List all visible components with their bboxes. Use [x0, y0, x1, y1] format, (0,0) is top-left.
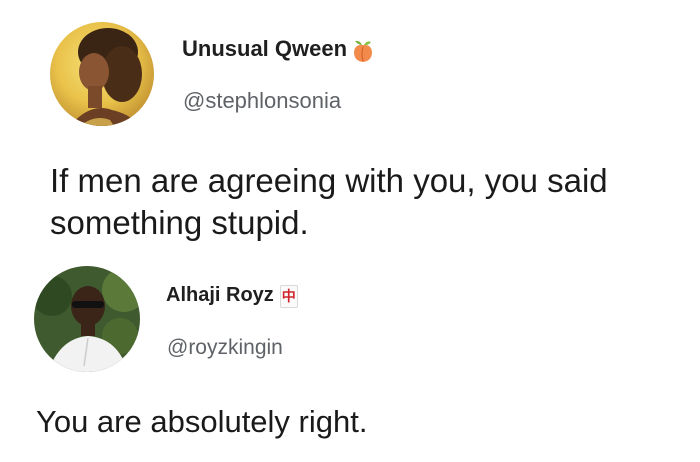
author-name-row: Unusual Qween: [182, 36, 374, 62]
tweet-reply: Alhaji Royz 中 @royzkingin You are absolu…: [0, 262, 700, 462]
tweet-text: If men are agreeing with you, you said s…: [50, 162, 608, 241]
avatar-photo-icon: [34, 266, 140, 372]
author-name-row: Alhaji Royz 中: [166, 284, 298, 308]
peach-emoji-icon: [352, 39, 374, 63]
user-avatar[interactable]: [50, 22, 154, 126]
user-avatar[interactable]: [34, 266, 140, 372]
mahjong-red-dragon-icon: 中: [279, 285, 298, 308]
author-handle[interactable]: @royzkingin: [167, 336, 283, 360]
display-name[interactable]: Alhaji Royz: [166, 284, 274, 307]
author-handle[interactable]: @stephlonsonia: [183, 88, 341, 114]
tweet-original: Unusual Qween @stephlonsonia If men are …: [0, 0, 700, 262]
avatar-photo-icon: [50, 22, 154, 126]
tweet-text: You are absolutely right.: [36, 404, 368, 439]
display-name[interactable]: Unusual Qween: [182, 36, 347, 62]
